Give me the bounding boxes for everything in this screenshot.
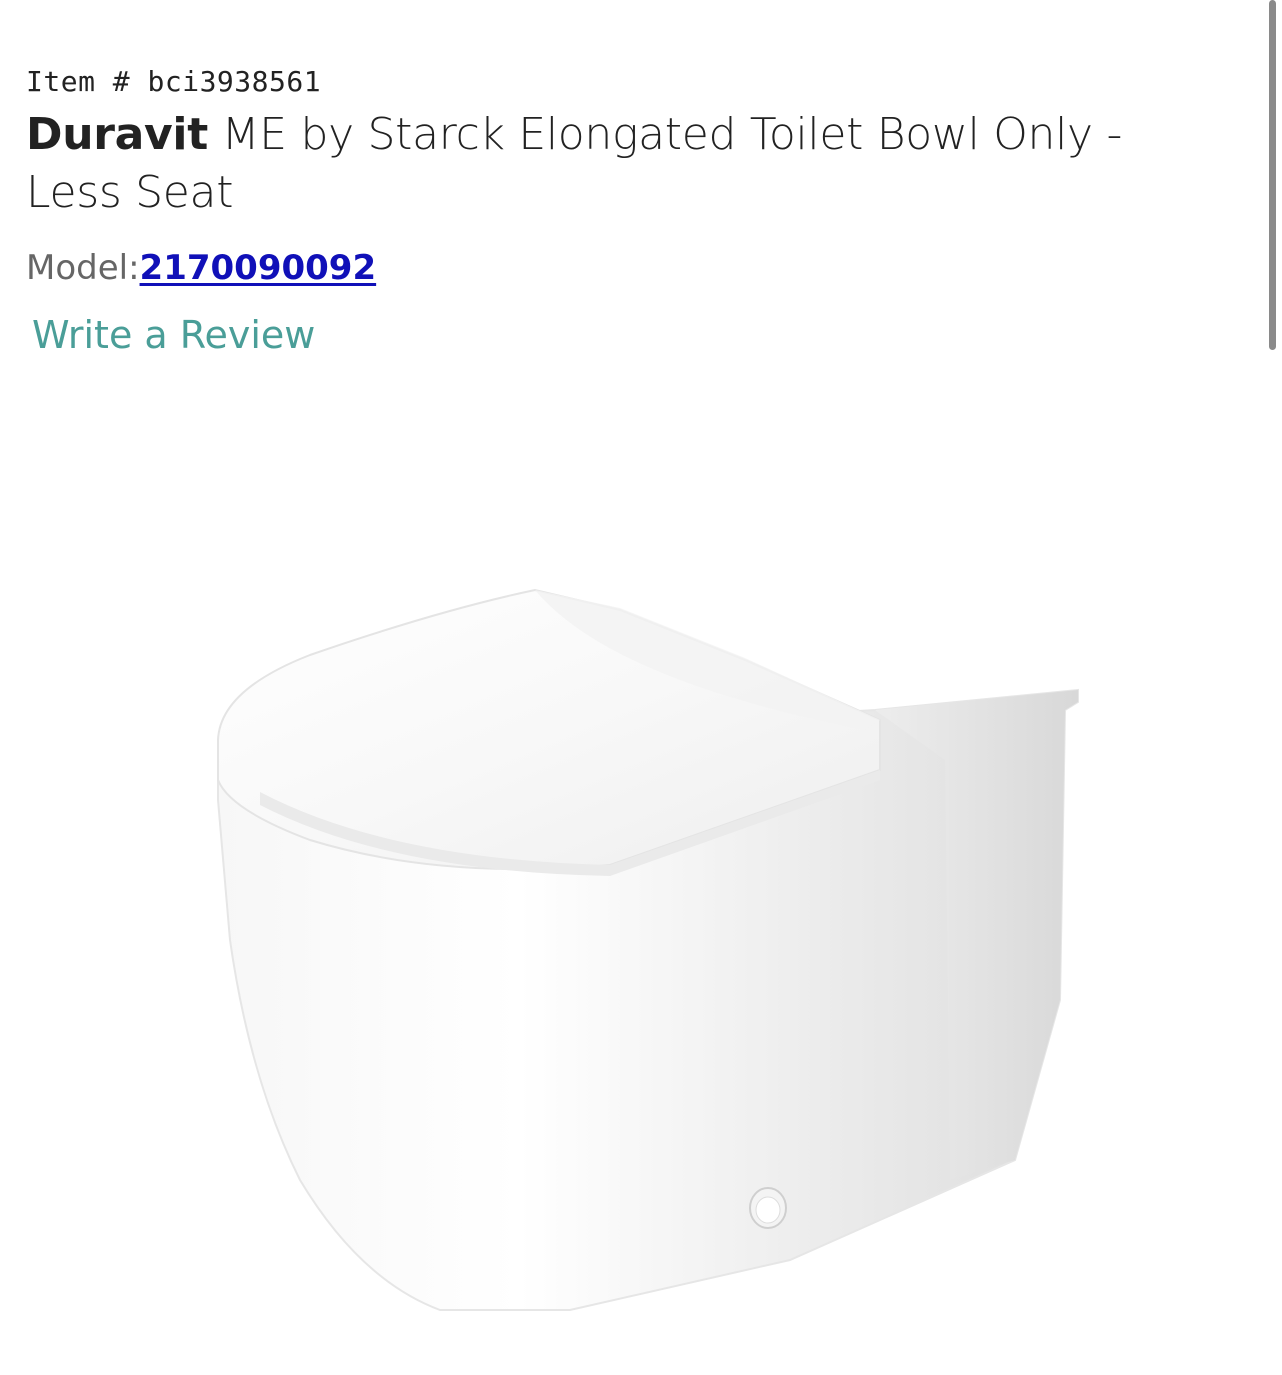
model-label: Model:: [26, 248, 140, 288]
product-image: [217, 588, 1079, 1311]
item-number: Item # bci3938561: [26, 65, 322, 98]
model-row: Model:2170090092: [26, 248, 1226, 288]
model-number-link[interactable]: 2170090092: [140, 248, 377, 288]
brand-name: Duravit: [26, 109, 208, 160]
write-review-link[interactable]: Write a Review: [32, 312, 315, 358]
product-title: Duravit ME by Starck Elongated Toilet Bo…: [26, 106, 1226, 222]
product-header: Item # bci3938561 Duravit ME by Starck E…: [26, 62, 1226, 358]
scrollbar[interactable]: [1269, 0, 1276, 350]
